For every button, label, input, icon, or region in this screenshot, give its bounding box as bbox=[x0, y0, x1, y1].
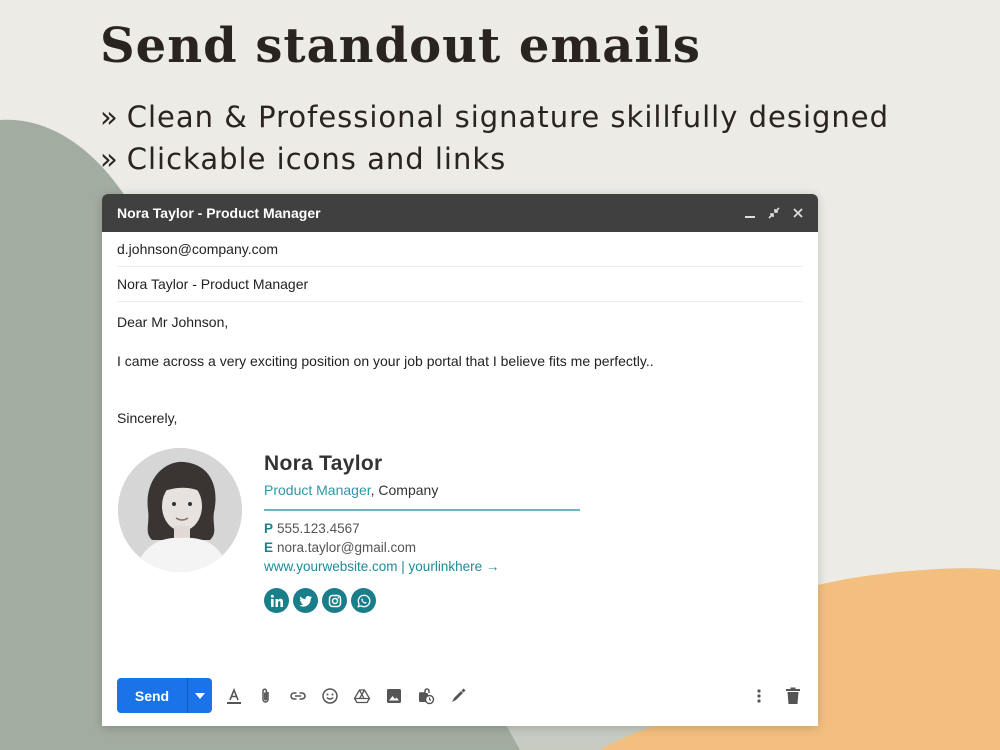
text-format-icon[interactable] bbox=[224, 686, 244, 706]
to-field[interactable]: d.johnson@company.com bbox=[117, 232, 803, 267]
whatsapp-icon[interactable] bbox=[351, 588, 376, 613]
chevron-down-icon bbox=[195, 692, 205, 699]
send-button[interactable]: Send bbox=[117, 678, 187, 713]
subject-field[interactable]: Nora Taylor - Product Manager bbox=[117, 267, 803, 302]
to-value: d.johnson@company.com bbox=[117, 241, 279, 257]
more-options-icon[interactable] bbox=[749, 686, 769, 706]
email-value[interactable]: nora.taylor@gmail.com bbox=[277, 540, 416, 555]
bullet-item: » Clickable icons and links bbox=[100, 138, 889, 180]
signature-role: Product Manager bbox=[264, 482, 371, 498]
compose-toolbar: Send bbox=[117, 678, 803, 713]
email-signature: Nora Taylor Product Manager, Company P 55… bbox=[118, 448, 618, 618]
closing-text: Sincerely, bbox=[117, 410, 178, 426]
bullet-mark: » bbox=[100, 100, 119, 134]
confidential-icon[interactable] bbox=[416, 686, 436, 706]
compose-title: Nora Taylor - Product Manager bbox=[117, 205, 321, 221]
subject-value: Nora Taylor - Product Manager bbox=[117, 276, 309, 292]
window-controls bbox=[744, 207, 804, 219]
emoji-icon[interactable] bbox=[320, 686, 340, 706]
drive-icon[interactable] bbox=[352, 686, 372, 706]
image-icon[interactable] bbox=[384, 686, 404, 706]
signature-name: Nora Taylor bbox=[264, 452, 383, 475]
linkedin-icon[interactable] bbox=[264, 588, 289, 613]
bullet-item: » Clean & Professional signature skillful… bbox=[100, 96, 889, 138]
message-body[interactable]: Dear Mr Johnson, I came across a very ex… bbox=[102, 302, 818, 426]
bullet-mark: » bbox=[100, 142, 119, 176]
compose-titlebar: Nora Taylor - Product Manager bbox=[102, 194, 818, 232]
signature-divider bbox=[264, 509, 580, 511]
email-label: E bbox=[264, 540, 274, 555]
signature-title: Product Manager, Company bbox=[264, 482, 438, 498]
bullet-list: » Clean & Professional signature skillful… bbox=[100, 96, 889, 180]
send-options-dropdown[interactable] bbox=[187, 678, 212, 713]
close-icon[interactable] bbox=[792, 207, 804, 219]
phone-value[interactable]: 555.123.4567 bbox=[277, 521, 360, 536]
social-icons bbox=[264, 588, 376, 613]
signature-email: Enora.taylor@gmail.com bbox=[264, 540, 416, 555]
instagram-icon[interactable] bbox=[322, 588, 347, 613]
signature-company: , Company bbox=[370, 482, 439, 498]
attach-icon[interactable] bbox=[256, 686, 276, 706]
minimize-icon[interactable] bbox=[744, 207, 756, 219]
signature-icon[interactable] bbox=[448, 686, 468, 706]
avatar bbox=[118, 448, 242, 572]
twitter-icon[interactable] bbox=[293, 588, 318, 613]
formatting-tools bbox=[224, 686, 468, 706]
link-icon[interactable] bbox=[288, 686, 308, 706]
exit-fullscreen-icon[interactable] bbox=[768, 207, 780, 219]
headline: Send standout emails bbox=[100, 18, 701, 74]
toolbar-right bbox=[749, 686, 803, 706]
phone-label: P bbox=[264, 521, 274, 536]
message-text: I came across a very exciting position o… bbox=[117, 353, 654, 369]
compose-window: Nora Taylor - Product Manager d.johnson@… bbox=[102, 194, 818, 726]
bullet-text: Clickable icons and links bbox=[126, 142, 507, 176]
greeting-text: Dear Mr Johnson, bbox=[117, 314, 229, 330]
signature-links[interactable]: www.yourwebsite.com | yourlinkhere → bbox=[264, 559, 499, 574]
trash-icon[interactable] bbox=[783, 686, 803, 706]
bullet-text: Clean & Professional signature skillfull… bbox=[126, 100, 890, 134]
signature-phone: P 555.123.4567 bbox=[264, 521, 360, 536]
send-button-group: Send bbox=[117, 678, 212, 713]
